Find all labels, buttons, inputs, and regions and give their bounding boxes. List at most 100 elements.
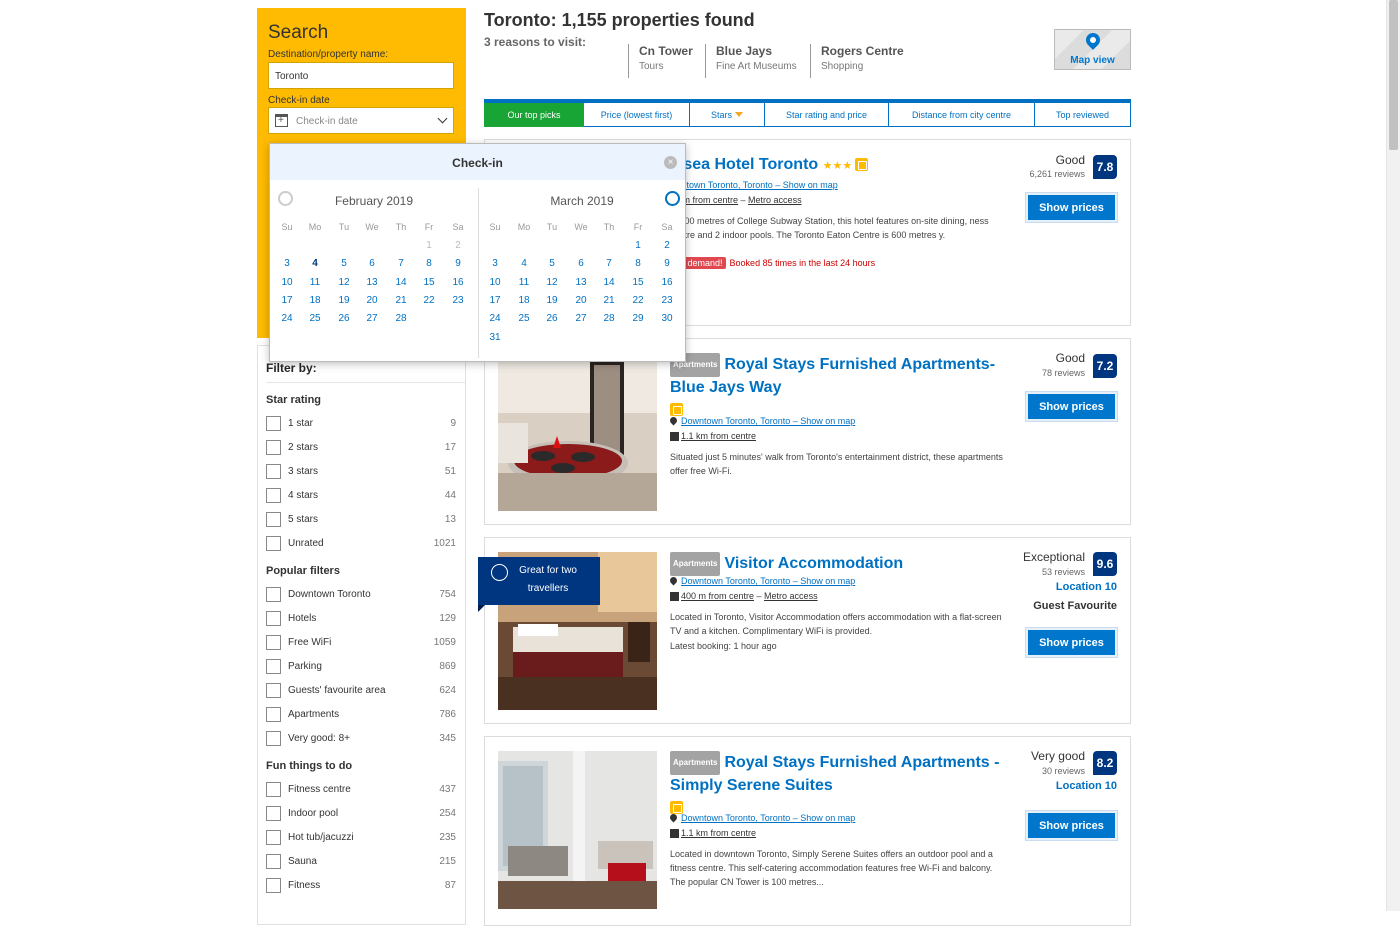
calendar-day[interactable]: 25 xyxy=(301,313,329,324)
tab-stars[interactable]: Stars xyxy=(690,103,765,127)
calendar-day[interactable]: 2 xyxy=(653,240,681,251)
calendar-day[interactable]: 24 xyxy=(273,313,301,324)
scrollbar-thumb[interactable] xyxy=(1389,0,1398,150)
calendar-day[interactable]: 8 xyxy=(624,258,652,269)
close-icon[interactable]: × xyxy=(664,156,677,169)
filter-option[interactable]: 2 stars 17 xyxy=(266,440,456,456)
filter-option[interactable]: Parking 869 xyxy=(266,659,456,675)
filter-option[interactable]: Hot tub/jacuzzi 235 xyxy=(266,830,456,846)
filter-checkbox[interactable] xyxy=(266,830,281,845)
filter-option[interactable]: Guests' favourite area 624 xyxy=(266,683,456,699)
property-name[interactable]: elsea Hotel Toronto ★★★ xyxy=(670,154,869,177)
calendar-day[interactable]: 26 xyxy=(330,313,358,324)
calendar-day[interactable]: 23 xyxy=(653,295,681,306)
filter-option[interactable]: 4 stars 44 xyxy=(266,488,456,504)
filter-checkbox[interactable] xyxy=(266,635,281,650)
calendar-day[interactable]: 8 xyxy=(415,258,443,269)
calendar-day[interactable]: 27 xyxy=(567,313,595,324)
filter-option[interactable]: Fitness 87 xyxy=(266,878,456,894)
checkin-date-field[interactable]: Check-in date xyxy=(268,107,454,134)
tab-price[interactable]: Price (lowest first) xyxy=(584,103,690,127)
scrollbar[interactable] xyxy=(1386,0,1400,911)
calendar-day[interactable]: 6 xyxy=(567,258,595,269)
show-prices-button[interactable]: Show prices xyxy=(1026,628,1117,657)
calendar-day[interactable]: 22 xyxy=(624,295,652,306)
filter-checkbox[interactable] xyxy=(266,683,281,698)
calendar-day[interactable]: 11 xyxy=(301,277,329,288)
filter-option[interactable]: Indoor pool 254 xyxy=(266,806,456,822)
filter-option[interactable]: Downtown Toronto 754 xyxy=(266,587,456,603)
filter-option[interactable]: 1 star 9 xyxy=(266,416,456,432)
calendar-day[interactable]: 6 xyxy=(358,258,386,269)
calendar-day[interactable]: 18 xyxy=(510,295,538,306)
filter-option[interactable]: Sauna 215 xyxy=(266,854,456,870)
calendar-day[interactable]: 13 xyxy=(567,277,595,288)
calendar-day[interactable]: 26 xyxy=(538,313,566,324)
calendar-day[interactable]: 15 xyxy=(624,277,652,288)
property-photo[interactable] xyxy=(498,353,657,511)
calendar-day[interactable]: 28 xyxy=(387,313,415,324)
calendar-day[interactable]: 7 xyxy=(387,258,415,269)
calendar-day[interactable]: 14 xyxy=(387,277,415,288)
calendar-day[interactable]: 28 xyxy=(595,313,623,324)
property-photo[interactable] xyxy=(498,751,657,909)
calendar-day[interactable]: 29 xyxy=(624,313,652,324)
calendar-day[interactable]: 20 xyxy=(567,295,595,306)
calendar-day[interactable]: 18 xyxy=(301,295,329,306)
filter-checkbox[interactable] xyxy=(266,440,281,455)
property-name[interactable]: Apartments Royal Stays Furnished Apartmen… xyxy=(670,751,1010,819)
calendar-day[interactable]: 16 xyxy=(653,277,681,288)
filter-option[interactable]: Hotels 129 xyxy=(266,611,456,627)
filter-checkbox[interactable] xyxy=(266,611,281,626)
location-link[interactable]: Downtown Toronto, Toronto – Show on map xyxy=(668,575,855,586)
tab-star-rating-price[interactable]: Star rating and price xyxy=(765,103,889,127)
filter-option[interactable]: Unrated 1021 xyxy=(266,536,456,552)
calendar-day[interactable]: 17 xyxy=(273,295,301,306)
map-view-button[interactable]: Map view xyxy=(1054,29,1131,70)
reason-item[interactable]: Rogers Centre Shopping xyxy=(810,44,904,78)
calendar-day[interactable]: 20 xyxy=(358,295,386,306)
location-link[interactable]: Downtown Toronto, Toronto – Show on map xyxy=(668,812,855,823)
filter-checkbox[interactable] xyxy=(266,782,281,797)
filter-option[interactable]: 3 stars 51 xyxy=(266,464,456,480)
filter-checkbox[interactable] xyxy=(266,854,281,869)
calendar-day[interactable]: 11 xyxy=(510,277,538,288)
filter-option[interactable]: 5 stars 13 xyxy=(266,512,456,528)
reason-item[interactable]: Blue Jays Fine Art Museums xyxy=(705,44,797,78)
calendar-day[interactable]: 27 xyxy=(358,313,386,324)
filter-checkbox[interactable] xyxy=(266,488,281,503)
property-name[interactable]: Apartments Visitor Accommodation xyxy=(670,552,1010,576)
calendar-day[interactable]: 23 xyxy=(444,295,472,306)
calendar-day[interactable]: 10 xyxy=(481,277,509,288)
calendar-day[interactable]: 31 xyxy=(481,332,509,343)
location-link[interactable]: owntown Toronto, Toronto – Show on map xyxy=(670,180,838,190)
calendar-day[interactable]: 4 xyxy=(510,258,538,269)
filter-checkbox[interactable] xyxy=(266,536,281,551)
filter-checkbox[interactable] xyxy=(266,512,281,527)
filter-checkbox[interactable] xyxy=(266,587,281,602)
calendar-day[interactable]: 3 xyxy=(481,258,509,269)
calendar-day[interactable]: 4 xyxy=(301,258,329,269)
show-prices-button[interactable]: Show prices xyxy=(1026,392,1117,421)
filter-option[interactable]: Fitness centre 437 xyxy=(266,782,456,798)
calendar-day[interactable]: 30 xyxy=(653,313,681,324)
calendar-day[interactable]: 3 xyxy=(273,258,301,269)
calendar-day[interactable]: 12 xyxy=(330,277,358,288)
destination-input[interactable]: Toronto xyxy=(268,62,454,89)
calendar-day[interactable]: 13 xyxy=(358,277,386,288)
filter-checkbox[interactable] xyxy=(266,707,281,722)
calendar-day[interactable]: 19 xyxy=(330,295,358,306)
location-link[interactable]: Downtown Toronto, Toronto – Show on map xyxy=(668,415,855,426)
filter-option[interactable]: Apartments 786 xyxy=(266,707,456,723)
filter-checkbox[interactable] xyxy=(266,731,281,746)
filter-checkbox[interactable] xyxy=(266,806,281,821)
filter-checkbox[interactable] xyxy=(266,416,281,431)
property-name[interactable]: Apartments Royal Stays Furnished Apartmen… xyxy=(670,353,1010,421)
calendar-day[interactable]: 25 xyxy=(510,313,538,324)
tab-top-reviewed[interactable]: Top reviewed xyxy=(1035,103,1131,127)
calendar-day[interactable]: 17 xyxy=(481,295,509,306)
show-prices-button[interactable]: Show prices xyxy=(1026,193,1117,222)
reason-item[interactable]: Cn Tower Tours xyxy=(628,44,693,78)
calendar-day[interactable]: 16 xyxy=(444,277,472,288)
calendar-day[interactable]: 22 xyxy=(415,295,443,306)
